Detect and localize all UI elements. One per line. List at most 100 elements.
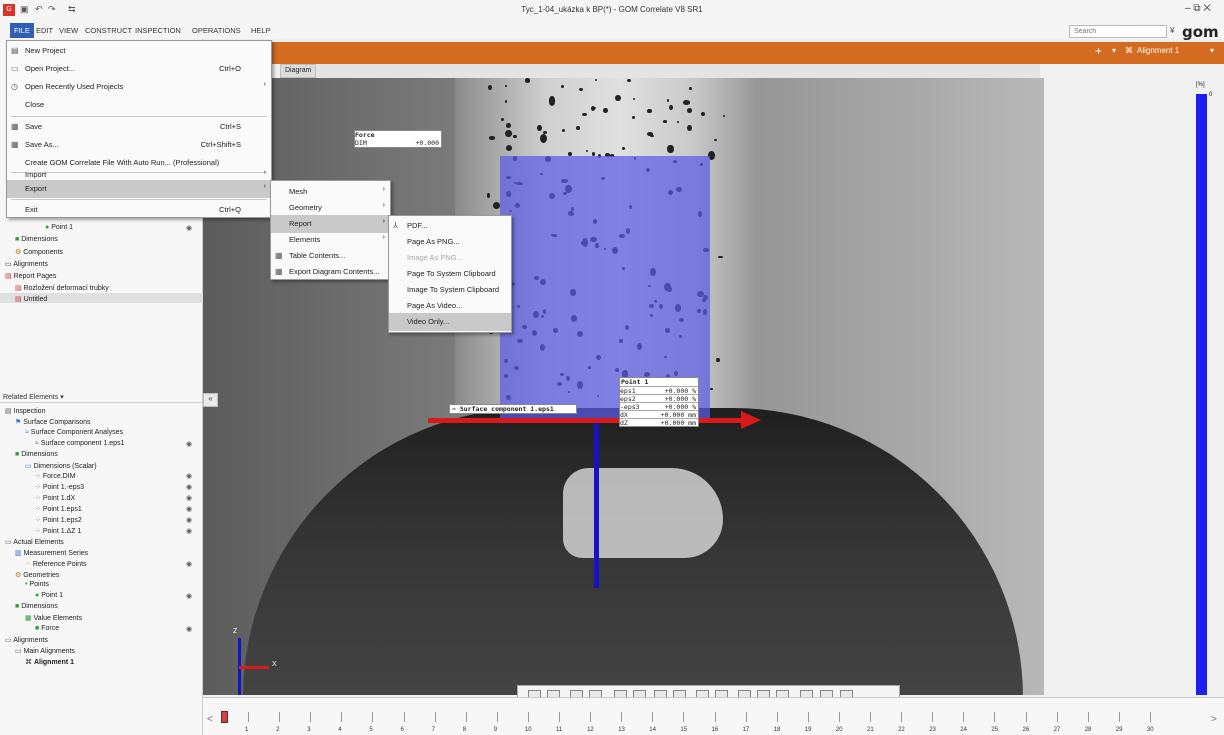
tree-item[interactable]: ▭ Alignments xyxy=(5,260,48,268)
force-label[interactable]: Force DIM +0.000 xyxy=(354,130,442,148)
eye-icon[interactable]: ◉ xyxy=(186,505,192,513)
menu-item-save[interactable]: ▦ Save Ctrl+S xyxy=(7,118,271,136)
timeline-cursor[interactable] xyxy=(221,711,228,723)
report-submenu: ⅄ PDF... Page As PNG... Image As PNG... P… xyxy=(388,215,512,333)
timeline-tick xyxy=(1149,712,1151,722)
search-expand-icon[interactable]: ¥ xyxy=(1170,26,1174,35)
legend-color-bar[interactable] xyxy=(1196,94,1207,695)
eye-icon[interactable]: ◉ xyxy=(186,483,192,491)
related-tree-item[interactable]: ■ Force xyxy=(35,625,59,632)
add-icon[interactable]: + xyxy=(1095,44,1102,58)
title-bar: G ▣ ↶ ↷ ⇆ Tyc_1-04_ukázka k BP(*) - GOM … xyxy=(0,0,1224,22)
related-tree-item[interactable]: ⁘ Point 1.eps1 xyxy=(35,505,82,513)
related-tree-item[interactable]: ⁘ Point 1.ΔZ 1 xyxy=(35,527,81,535)
menu-edit[interactable]: EDIT xyxy=(33,25,56,36)
tree-node-label: Point 1.dX xyxy=(42,495,76,503)
related-tree-item[interactable]: ⁘ Point 1.eps2 xyxy=(35,516,82,524)
related-tree-item[interactable]: ⁘ Reference Points xyxy=(25,560,87,568)
tree-node-label: Inspection xyxy=(13,408,46,415)
timeline-tick xyxy=(527,712,529,722)
related-tree-item[interactable]: ▦ Value Elements xyxy=(25,614,82,622)
related-tree-item[interactable]: • Points xyxy=(25,581,49,588)
surface-label[interactable]: ≈ Surface component 1.eps1 xyxy=(449,404,577,414)
gizmo-x-axis xyxy=(239,666,269,669)
related-tree-item[interactable]: ⁘ Force.DIM xyxy=(35,472,75,480)
menu-item-new-project[interactable]: ▤ New Project xyxy=(7,42,271,60)
point-label[interactable]: Point 1 eps1 +0.000 % eps2 +0.000 % -eps3 +… xyxy=(619,377,699,427)
menu-item-close[interactable]: Close xyxy=(7,96,271,114)
menu-operations[interactable]: OPERATIONS xyxy=(189,25,244,36)
menu-construct[interactable]: CONSTRUCT xyxy=(82,25,135,36)
eye-icon[interactable]: ◉ xyxy=(186,440,192,448)
search-input[interactable] xyxy=(1069,25,1167,38)
tree-node-label: Surface Component Analyses xyxy=(30,428,124,436)
related-tree-item[interactable]: ■ Dimensions xyxy=(15,603,58,610)
timeline-next-button[interactable]: > xyxy=(1211,714,1217,725)
timeline-tick-label: 24 xyxy=(960,727,967,733)
eye-icon[interactable]: ◉ xyxy=(186,224,192,232)
eye-icon[interactable]: ◉ xyxy=(186,625,192,633)
timeline-tick xyxy=(838,712,840,722)
related-tree-item[interactable]: ■ Dimensions xyxy=(15,451,58,458)
related-tree-item[interactable]: ⌘ Alignment 1 xyxy=(25,658,74,666)
speckle-dot xyxy=(585,149,589,153)
menu-item-exit[interactable]: Exit Ctrl+Q xyxy=(7,201,271,219)
related-tree-item[interactable]: ≈ Surface component 1.eps1 xyxy=(35,440,124,447)
timeline-prev-button[interactable]: < xyxy=(207,714,213,725)
related-tree-item[interactable]: ▭ Main Alignments xyxy=(15,647,75,655)
eye-icon[interactable]: ◉ xyxy=(186,472,192,480)
menu-file[interactable]: FILE xyxy=(10,23,34,38)
related-tree-item[interactable]: ▭ Actual Elements xyxy=(5,538,64,546)
eye-icon[interactable]: ◉ xyxy=(186,516,192,524)
related-tree-item[interactable]: ▥ Measurement Series xyxy=(15,549,88,557)
related-tree-item[interactable]: ▤ Inspection xyxy=(5,407,45,415)
related-tree-item[interactable]: ▭ Dimensions (Scalar) xyxy=(25,462,97,470)
eye-icon[interactable]: ◉ xyxy=(186,592,192,600)
menu-item-open-recent[interactable]: ◷ Open Recently Used Projects › xyxy=(7,78,271,96)
menu-help[interactable]: HELP xyxy=(248,25,274,36)
eye-icon[interactable]: ◉ xyxy=(186,494,192,502)
dropdown-icon[interactable]: ▾ xyxy=(1112,46,1116,55)
related-elements-header[interactable]: Related Elements ▾ xyxy=(0,391,203,403)
menu-item-save-as[interactable]: ▦ Save As... Ctrl+Shift+S xyxy=(7,136,271,154)
timeline-tick xyxy=(279,712,281,722)
collapse-panel-button[interactable]: « xyxy=(203,393,218,407)
menu-view[interactable]: VIEW xyxy=(56,25,81,36)
related-tree-item[interactable]: ⚙ Geometries xyxy=(15,571,59,579)
3d-viewport[interactable]: Force DIM +0.000 ≈ Surface component 1.e… xyxy=(203,78,1044,695)
x-axis-arrow xyxy=(428,418,753,423)
timeline-tick-label: 23 xyxy=(929,727,936,733)
eye-icon[interactable]: ◉ xyxy=(186,527,192,535)
eye-icon[interactable]: ◉ xyxy=(186,560,192,568)
menu-inspection[interactable]: INSPECTION xyxy=(132,25,184,36)
tree-item[interactable]: ● Point 1 xyxy=(45,224,73,231)
related-tree-item[interactable]: ● Point 1 xyxy=(35,592,63,599)
timeline-tick xyxy=(1025,712,1027,722)
speckle-dot xyxy=(505,130,512,137)
menu-item-open-project[interactable]: ▭ Open Project... Ctrl+O xyxy=(7,60,271,78)
related-tree-item[interactable]: ⁘ Point 1.-eps3 xyxy=(35,483,84,491)
timeline-tick-label: 25 xyxy=(991,727,999,733)
alignment-dropdown-icon[interactable]: ▾ xyxy=(1210,46,1214,55)
tree-item[interactable]: ▤ Report Pages xyxy=(5,272,56,280)
tree-item[interactable]: ▤ Untitled xyxy=(15,295,47,303)
tree-item[interactable]: ■ Dimensions xyxy=(15,236,58,243)
tree-item[interactable]: ▤ Rozložení deformací trubky xyxy=(15,284,109,292)
menu-item-export[interactable]: Export › xyxy=(7,180,271,198)
stage-timeline[interactable]: < > 1 2 3 4 5 6 7 8 9 10 11 12 13 14 15 16 17 18 19 20 21 22 2… xyxy=(203,697,1224,735)
related-tree-item[interactable]: ▭ Alignments xyxy=(5,636,48,644)
tab-diagram[interactable]: Diagram xyxy=(280,64,316,78)
speckle-dot xyxy=(562,128,566,132)
alignment-selector[interactable]: Alignment 1 xyxy=(1137,46,1179,55)
related-tree-item[interactable]: ⁘ Point 1.dX xyxy=(35,494,75,502)
related-tree-item[interactable]: ⚑ Surface Comparisons xyxy=(15,418,91,426)
related-tree-item[interactable]: ≈ Surface Component Analyses xyxy=(25,429,123,436)
speckle-dot xyxy=(590,105,596,112)
timeline-tick-label: 11 xyxy=(556,727,563,733)
window-controls[interactable]: – ⧉ ✕ xyxy=(1185,3,1211,14)
force-label-value: +0.000 xyxy=(415,139,439,147)
tree-item[interactable]: ⚙ Components xyxy=(15,248,63,256)
menu-item-export-diagram[interactable]: ▦ Export Diagram Contents... xyxy=(271,263,390,281)
menu-item-video-only[interactable]: Video Only... xyxy=(389,313,511,331)
timeline-tick xyxy=(776,712,778,722)
